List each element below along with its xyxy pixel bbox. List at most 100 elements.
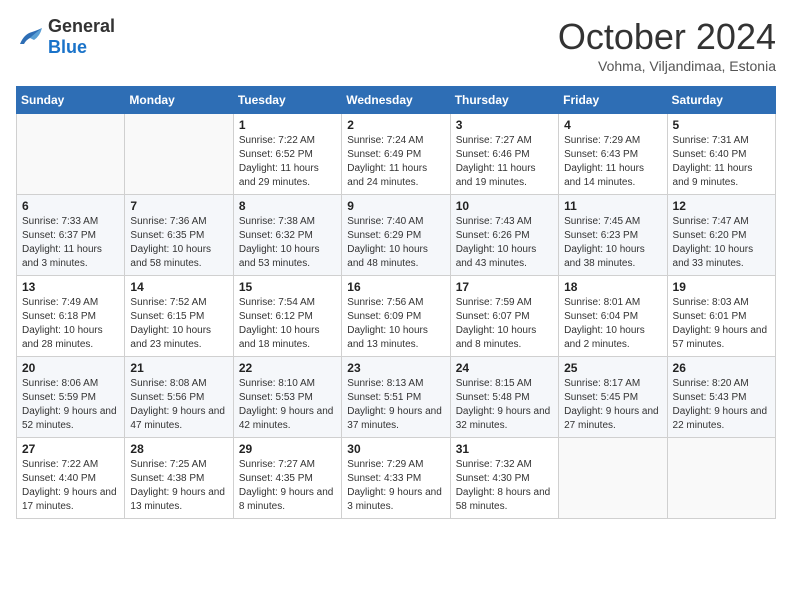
calendar-subtitle: Vohma, Viljandimaa, Estonia (558, 58, 776, 74)
calendar-cell: 24 Sunrise: 8:15 AMSunset: 5:48 PMDayligh… (450, 357, 558, 438)
day-number: 3 (456, 118, 553, 132)
day-number: 16 (347, 280, 444, 294)
weekday-header-saturday: Saturday (667, 87, 775, 114)
calendar-cell: 22Sunrise: 8:10 AMSunset: 5:53 PMDayligh… (233, 357, 341, 438)
logo-text: General Blue (48, 16, 115, 58)
calendar-cell: 21 Sunrise: 8:08 AMSunset: 5:56 PMDayligh… (125, 357, 233, 438)
day-info: Sunrise: 7:38 AMSunset: 6:32 PMDaylight:… (239, 215, 336, 271)
day-info: Sunrise: 8:20 AMSunset: 5:43 PMDaylight:… (673, 377, 770, 433)
calendar-cell (125, 114, 233, 195)
calendar-cell (17, 114, 125, 195)
day-number: 19 (673, 280, 770, 294)
calendar-cell: 12 Sunrise: 7:47 AMSunset: 6:20 PMDayligh… (667, 195, 775, 276)
day-info: Sunrise: 8:03 AMSunset: 6:01 PMDaylight:… (673, 296, 770, 352)
calendar-cell: 5Sunrise: 7:31 AMSunset: 6:40 PMDaylight… (667, 114, 775, 195)
day-number: 5 (673, 118, 770, 132)
calendar-cell: 17Sunrise: 7:59 AMSunset: 6:07 PMDayligh… (450, 276, 558, 357)
day-number: 26 (673, 361, 770, 375)
logo-general: General (48, 16, 115, 36)
day-number: 8 (239, 199, 336, 213)
day-info: Sunrise: 7:49 AMSunset: 6:18 PMDaylight:… (22, 296, 119, 352)
calendar-cell: 26 Sunrise: 8:20 AMSunset: 5:43 PMDayligh… (667, 357, 775, 438)
day-number: 30 (347, 442, 444, 456)
day-info: Sunrise: 7:25 AMSunset: 4:38 PMDaylight:… (130, 458, 227, 514)
calendar-cell: 14Sunrise: 7:52 AMSunset: 6:15 PMDayligh… (125, 276, 233, 357)
calendar-week-row: 6 Sunrise: 7:33 AMSunset: 6:37 PMDaylight… (17, 195, 776, 276)
calendar-cell: 7 Sunrise: 7:36 AMSunset: 6:35 PMDaylight… (125, 195, 233, 276)
day-number: 27 (22, 442, 119, 456)
logo-icon (16, 26, 44, 48)
day-info: Sunrise: 7:29 AMSunset: 4:33 PMDaylight:… (347, 458, 444, 514)
calendar-table: SundayMondayTuesdayWednesdayThursdayFrid… (16, 86, 776, 519)
day-info: Sunrise: 7:40 AMSunset: 6:29 PMDaylight:… (347, 215, 444, 271)
day-number: 18 (564, 280, 661, 294)
calendar-week-row: 13 Sunrise: 7:49 AMSunset: 6:18 PMDayligh… (17, 276, 776, 357)
calendar-cell: 1 Sunrise: 7:22 AMSunset: 6:52 PMDaylight… (233, 114, 341, 195)
day-number: 12 (673, 199, 770, 213)
calendar-cell (559, 438, 667, 519)
calendar-cell: 3Sunrise: 7:27 AMSunset: 6:46 PMDaylight… (450, 114, 558, 195)
weekday-header-sunday: Sunday (17, 87, 125, 114)
day-info: Sunrise: 7:45 AMSunset: 6:23 PMDaylight:… (564, 215, 661, 271)
day-info: Sunrise: 7:47 AMSunset: 6:20 PMDaylight:… (673, 215, 770, 271)
calendar-cell: 25Sunrise: 8:17 AMSunset: 5:45 PMDayligh… (559, 357, 667, 438)
calendar-body: 1 Sunrise: 7:22 AMSunset: 6:52 PMDaylight… (17, 114, 776, 519)
calendar-cell: 9 Sunrise: 7:40 AMSunset: 6:29 PMDaylight… (342, 195, 450, 276)
day-info: Sunrise: 7:29 AMSunset: 6:43 PMDaylight:… (564, 134, 661, 190)
day-number: 4 (564, 118, 661, 132)
calendar-cell: 27Sunrise: 7:22 AMSunset: 4:40 PMDayligh… (17, 438, 125, 519)
day-number: 21 (130, 361, 227, 375)
calendar-cell: 31Sunrise: 7:32 AMSunset: 4:30 PMDayligh… (450, 438, 558, 519)
day-number: 15 (239, 280, 336, 294)
day-info: Sunrise: 7:33 AMSunset: 6:37 PMDaylight:… (22, 215, 119, 271)
weekday-header-wednesday: Wednesday (342, 87, 450, 114)
day-info: Sunrise: 7:56 AMSunset: 6:09 PMDaylight:… (347, 296, 444, 352)
day-info: Sunrise: 8:01 AMSunset: 6:04 PMDaylight:… (564, 296, 661, 352)
day-info: Sunrise: 7:24 AMSunset: 6:49 PMDaylight:… (347, 134, 444, 190)
calendar-cell: 29Sunrise: 7:27 AMSunset: 4:35 PMDayligh… (233, 438, 341, 519)
calendar-cell (667, 438, 775, 519)
day-info: Sunrise: 7:54 AMSunset: 6:12 PMDaylight:… (239, 296, 336, 352)
calendar-cell: 11Sunrise: 7:45 AMSunset: 6:23 PMDayligh… (559, 195, 667, 276)
calendar-cell: 16 Sunrise: 7:56 AMSunset: 6:09 PMDayligh… (342, 276, 450, 357)
calendar-week-row: 27Sunrise: 7:22 AMSunset: 4:40 PMDayligh… (17, 438, 776, 519)
day-number: 24 (456, 361, 553, 375)
day-number: 9 (347, 199, 444, 213)
day-info: Sunrise: 7:52 AMSunset: 6:15 PMDaylight:… (130, 296, 227, 352)
logo: General Blue (16, 16, 115, 58)
calendar-cell: 23Sunrise: 8:13 AMSunset: 5:51 PMDayligh… (342, 357, 450, 438)
day-info: Sunrise: 7:32 AMSunset: 4:30 PMDaylight:… (456, 458, 553, 514)
day-number: 20 (22, 361, 119, 375)
day-info: Sunrise: 7:36 AMSunset: 6:35 PMDaylight:… (130, 215, 227, 271)
calendar-cell: 15 Sunrise: 7:54 AMSunset: 6:12 PMDayligh… (233, 276, 341, 357)
calendar-cell: 20 Sunrise: 8:06 AMSunset: 5:59 PMDayligh… (17, 357, 125, 438)
calendar-title: October 2024 (558, 16, 776, 58)
calendar-cell: 30 Sunrise: 7:29 AMSunset: 4:33 PMDayligh… (342, 438, 450, 519)
logo-blue: Blue (48, 37, 87, 57)
calendar-cell: 28Sunrise: 7:25 AMSunset: 4:38 PMDayligh… (125, 438, 233, 519)
calendar-cell: 2Sunrise: 7:24 AMSunset: 6:49 PMDaylight… (342, 114, 450, 195)
day-info: Sunrise: 8:10 AMSunset: 5:53 PMDaylight:… (239, 377, 336, 433)
calendar-cell: 19 Sunrise: 8:03 AMSunset: 6:01 PMDayligh… (667, 276, 775, 357)
day-info: Sunrise: 8:15 AMSunset: 5:48 PMDaylight:… (456, 377, 553, 433)
day-info: Sunrise: 8:08 AMSunset: 5:56 PMDaylight:… (130, 377, 227, 433)
calendar-cell: 6 Sunrise: 7:33 AMSunset: 6:37 PMDaylight… (17, 195, 125, 276)
page-header: General Blue October 2024 Vohma, Viljand… (16, 16, 776, 74)
day-number: 29 (239, 442, 336, 456)
weekday-header-row: SundayMondayTuesdayWednesdayThursdayFrid… (17, 87, 776, 114)
weekday-header-thursday: Thursday (450, 87, 558, 114)
day-number: 17 (456, 280, 553, 294)
day-info: Sunrise: 8:17 AMSunset: 5:45 PMDaylight:… (564, 377, 661, 433)
day-info: Sunrise: 7:22 AMSunset: 6:52 PMDaylight:… (239, 134, 336, 190)
calendar-cell: 8 Sunrise: 7:38 AMSunset: 6:32 PMDaylight… (233, 195, 341, 276)
day-info: Sunrise: 8:13 AMSunset: 5:51 PMDaylight:… (347, 377, 444, 433)
calendar-cell: 18 Sunrise: 8:01 AMSunset: 6:04 PMDayligh… (559, 276, 667, 357)
day-number: 13 (22, 280, 119, 294)
day-number: 10 (456, 199, 553, 213)
day-number: 7 (130, 199, 227, 213)
day-number: 6 (22, 199, 119, 213)
day-number: 1 (239, 118, 336, 132)
day-info: Sunrise: 8:06 AMSunset: 5:59 PMDaylight:… (22, 377, 119, 433)
weekday-header-tuesday: Tuesday (233, 87, 341, 114)
calendar-week-row: 20 Sunrise: 8:06 AMSunset: 5:59 PMDayligh… (17, 357, 776, 438)
